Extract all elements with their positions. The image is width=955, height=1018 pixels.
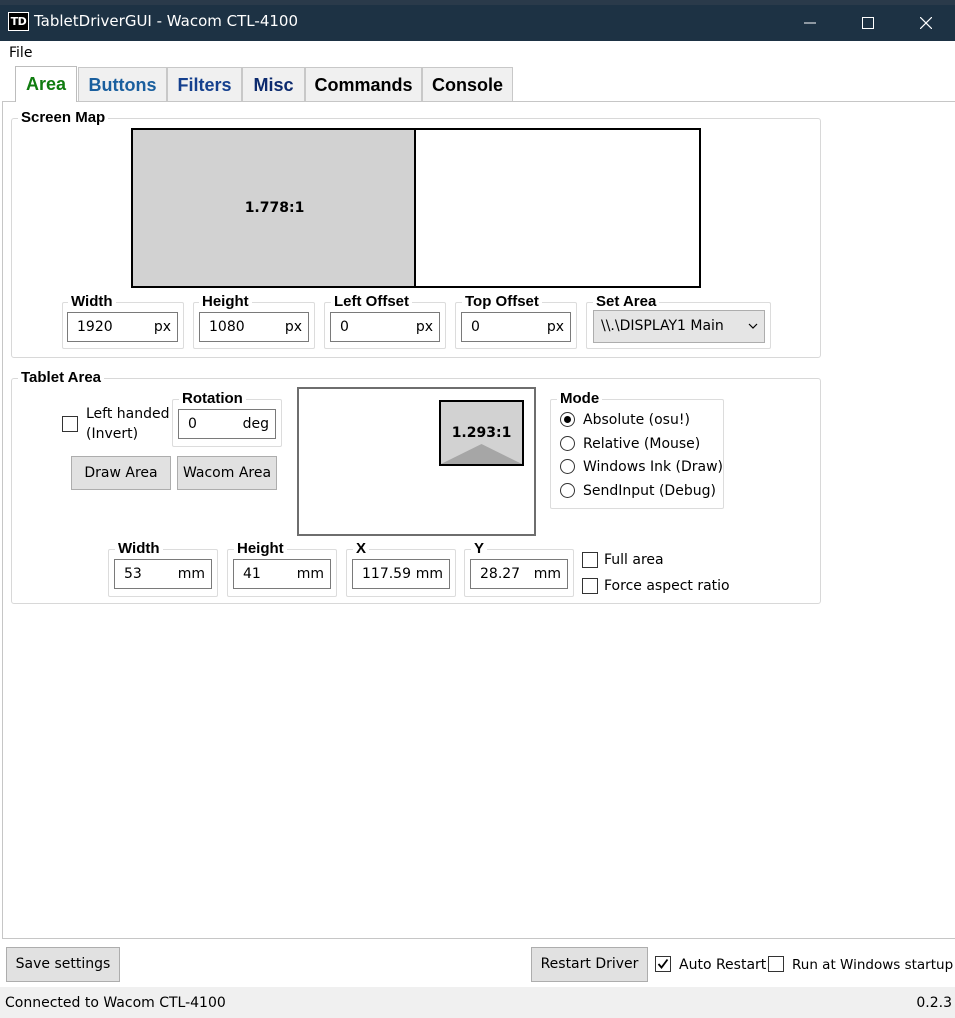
top-offset-value: 0 xyxy=(471,319,480,335)
tablet-x-label: X xyxy=(353,541,370,557)
auto-restart-label: Auto Restart xyxy=(679,957,767,973)
run-at-startup-label: Run at Windows startup xyxy=(792,957,954,973)
tablet-area-rect[interactable]: 1.293:1 xyxy=(439,400,524,466)
tablet-aspect-label: 1.293:1 xyxy=(451,425,512,441)
app-icon: TD xyxy=(8,12,29,31)
tab-label: Console xyxy=(431,75,503,95)
screen-width-value: 1920 xyxy=(77,319,113,335)
tab-commands[interactable]: Commands xyxy=(305,67,422,101)
rotation-value: 0 xyxy=(188,416,197,432)
tab-label: Commands xyxy=(314,75,413,95)
run-at-startup-checkbox[interactable] xyxy=(768,956,784,972)
left-handed-checkbox[interactable] xyxy=(62,416,78,432)
tablet-x-unit: mm xyxy=(415,566,443,582)
left-offset-value: 0 xyxy=(340,319,349,335)
tablet-y-input[interactable]: 28.27 mm xyxy=(470,559,568,589)
set-area-value: \\.\DISPLAY1 Main xyxy=(601,318,724,334)
tab-filters[interactable]: Filters xyxy=(167,67,242,101)
screen-height-input[interactable]: 1080 px xyxy=(199,312,309,342)
set-area-label: Set Area xyxy=(593,294,660,310)
minimize-icon xyxy=(804,22,816,24)
save-settings-button[interactable]: Save settings xyxy=(6,947,120,982)
tablet-height-input[interactable]: 41 mm xyxy=(233,559,331,589)
close-button[interactable] xyxy=(897,5,955,41)
tablet-width-input[interactable]: 53 mm xyxy=(114,559,212,589)
menu-file[interactable]: File xyxy=(9,44,32,62)
tablet-height-unit: mm xyxy=(296,566,324,582)
tablet-area-canvas[interactable]: 1.293:1 xyxy=(297,387,536,536)
top-offset-unit: px xyxy=(546,319,564,335)
screen-width-label: Width xyxy=(68,294,116,310)
wacom-area-button[interactable]: Wacom Area xyxy=(177,456,277,490)
screen-aspect-label: 1.778:1 xyxy=(244,200,305,216)
tablet-width-label: Width xyxy=(115,541,163,557)
mode-radio-windows-ink[interactable] xyxy=(560,459,575,474)
force-aspect-label: Force aspect ratio xyxy=(604,578,730,594)
version-label: 0.2.3 xyxy=(916,995,952,1011)
tablet-y-label: Y xyxy=(471,541,488,557)
full-area-label: Full area xyxy=(604,552,664,568)
tablet-y-unit: mm xyxy=(533,566,561,582)
tablet-area-title: Tablet Area xyxy=(18,370,105,386)
mode-label-windows-ink: Windows Ink (Draw) xyxy=(583,459,723,475)
mode-radio-sendinput[interactable] xyxy=(560,483,575,498)
tab-label: Area xyxy=(25,74,67,94)
chevron-down-icon xyxy=(748,323,758,329)
tab-label: Buttons xyxy=(88,75,157,95)
rotation-input[interactable]: 0 deg xyxy=(178,409,276,439)
window-title: TabletDriverGUI - Wacom CTL-4100 xyxy=(34,12,298,30)
screen-height-unit: px xyxy=(284,319,302,335)
mode-radio-relative[interactable] xyxy=(560,436,575,451)
tab-console[interactable]: Console xyxy=(422,67,513,101)
maximize-button[interactable] xyxy=(839,5,897,41)
screen-map-title: Screen Map xyxy=(18,110,109,126)
tablet-height-label: Height xyxy=(234,541,287,557)
mode-label: Mode xyxy=(557,391,603,407)
status-text: Connected to Wacom CTL-4100 xyxy=(5,995,226,1011)
tablet-x-input[interactable]: 117.59 mm xyxy=(352,559,450,589)
left-offset-unit: px xyxy=(415,319,433,335)
force-aspect-checkbox[interactable] xyxy=(582,578,598,594)
minimize-button[interactable] xyxy=(781,5,839,41)
tablet-y-value: 28.27 xyxy=(480,566,521,582)
status-bar: Connected to Wacom CTL-4100 0.2.3 xyxy=(0,987,955,1018)
screen-width-input[interactable]: 1920 px xyxy=(67,312,178,342)
maximize-icon xyxy=(862,17,874,29)
rotation-unit: deg xyxy=(242,416,269,432)
screen-area-rect[interactable]: 1.778:1 xyxy=(133,130,416,286)
draw-area-button[interactable]: Draw Area xyxy=(71,456,171,490)
auto-restart-checkbox[interactable] xyxy=(655,956,671,972)
left-offset-label: Left Offset xyxy=(331,294,412,310)
tablet-width-value: 53 xyxy=(124,566,142,582)
tab-label: Misc xyxy=(253,75,294,95)
left-handed-label-2: (Invert) xyxy=(86,426,139,442)
tablet-x-value: 117.59 xyxy=(362,566,411,582)
screen-height-label: Height xyxy=(199,294,252,310)
mode-label-relative: Relative (Mouse) xyxy=(583,436,701,452)
screen-width-unit: px xyxy=(153,319,171,335)
top-offset-label: Top Offset xyxy=(462,294,542,310)
restart-driver-button[interactable]: Restart Driver xyxy=(531,947,648,982)
close-icon xyxy=(920,17,932,29)
left-handed-label-1: Left handed xyxy=(86,406,170,422)
title-bar[interactable]: TD TabletDriverGUI - Wacom CTL-4100 xyxy=(0,0,955,41)
mode-radio-absolute[interactable] xyxy=(560,412,575,427)
rotation-label: Rotation xyxy=(179,391,246,407)
tablet-height-value: 41 xyxy=(243,566,261,582)
left-offset-input[interactable]: 0 px xyxy=(330,312,440,342)
tab-buttons[interactable]: Buttons xyxy=(78,67,167,101)
mode-label-sendinput: SendInput (Debug) xyxy=(583,483,716,499)
tab-label: Filters xyxy=(177,75,232,95)
checkmark-icon xyxy=(657,958,669,969)
screen-height-value: 1080 xyxy=(209,319,245,335)
full-area-checkbox[interactable] xyxy=(582,552,598,568)
tab-area[interactable]: Area xyxy=(15,66,77,102)
tab-misc[interactable]: Misc xyxy=(242,67,305,101)
screen-map-canvas[interactable]: 1.778:1 xyxy=(131,128,701,288)
top-offset-input[interactable]: 0 px xyxy=(461,312,571,342)
set-area-select[interactable]: \\.\DISPLAY1 Main xyxy=(593,310,765,343)
mode-label-absolute: Absolute (osu!) xyxy=(583,412,690,428)
tablet-width-unit: mm xyxy=(177,566,205,582)
